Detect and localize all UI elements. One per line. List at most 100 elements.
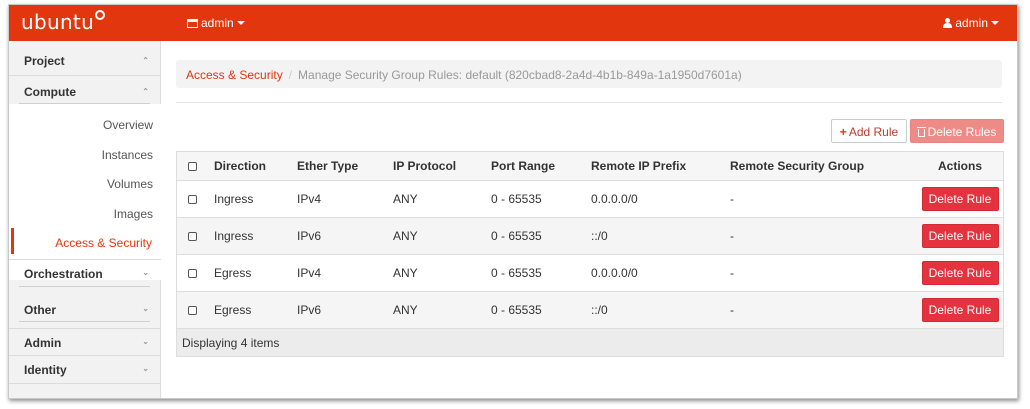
divider [9,75,161,76]
delete-rule-button[interactable]: Delete Rule [921,224,999,248]
remote-ip-prefix-cell: 0.0.0.0/0 [591,192,638,206]
row-select-cell [188,292,197,328]
remote-ip-prefix-cell: ::/0 [591,303,608,317]
sidebar: Project ⌃ Compute ⌃ Overview Instances V… [9,41,161,398]
ubuntu-logo[interactable]: ubuntu [21,10,106,34]
item-count: Displaying 4 items [182,336,280,350]
user-menu-label: admin [955,16,988,30]
remote-security-group-cell: - [730,192,734,206]
divider [9,383,161,384]
sidebar-item-instances[interactable]: Instances [102,148,153,162]
ether-type-cell: IPv6 [297,229,322,243]
actions-cell: Delete Rule [921,218,999,254]
sidebar-section-label: Orchestration [24,267,103,281]
remote-ip-prefix-cell: 0.0.0.0/0 [591,266,638,280]
ether-type-cell: IPv4 [297,266,322,280]
column-header-port-range[interactable]: Port Range [491,152,555,180]
sidebar-section-identity[interactable]: Identity ⌄ [9,363,161,377]
sidebar-section-compute[interactable]: Compute ⌃ [9,85,161,99]
plus-icon: + [839,125,847,139]
breadcrumb: Access & Security / Manage Security Group … [176,60,1002,88]
breadcrumb-link-access-security[interactable]: Access & Security [186,68,283,82]
delete-rules-button[interactable]: Delete Rules [910,119,1004,143]
table-row: Egress IPv6 ANY 0 - 65535 ::/0 - Delete … [177,292,1003,329]
ip-protocol-cell: ANY [393,192,418,206]
direction-cell: Egress [214,303,252,317]
ether-type-cell: IPv4 [297,192,322,206]
breadcrumb-separator: / [288,68,293,82]
row-checkbox[interactable] [188,305,197,315]
user-menu[interactable]: admin [943,16,999,30]
sidebar-section-project[interactable]: Project ⌃ [9,54,161,68]
chevron-down-icon: ⌄ [142,337,149,346]
row-checkbox[interactable] [188,231,197,241]
row-select-cell [188,255,197,291]
divider [9,259,161,260]
security-group-rules-table: Direction Ether Type IP Protocol Port Ra… [176,151,1004,357]
column-header-ip-protocol[interactable]: IP Protocol [393,152,456,180]
sidebar-section-admin[interactable]: Admin ⌄ [9,336,161,350]
delete-rule-button[interactable]: Delete Rule [921,298,999,322]
column-header-direction[interactable]: Direction [214,152,266,180]
remote-security-group-cell: - [730,266,734,280]
add-rule-label: Add Rule [848,125,899,139]
divider [19,286,150,287]
breadcrumb-current: Manage Security Group Rules: default (82… [298,68,742,82]
table-row: Egress IPv4 ANY 0 - 65535 0.0.0.0/0 - De… [177,255,1003,292]
remote-security-group-cell: - [730,303,734,317]
port-range-cell: 0 - 65535 [491,229,542,243]
delete-rule-button[interactable]: Delete Rule [921,187,999,211]
divider [176,102,1002,103]
project-selector[interactable]: admin [187,16,245,30]
sidebar-section-label: Project [24,54,65,68]
sidebar-item-overview[interactable]: Overview [103,118,153,132]
sidebar-item-volumes[interactable]: Volumes [107,177,153,191]
table-footer: Displaying 4 items [177,329,1003,356]
sidebar-section-label: Identity [24,363,67,377]
direction-cell: Egress [214,266,252,280]
table-row: Ingress IPv6 ANY 0 - 65535 ::/0 - Delete… [177,218,1003,255]
divider [19,321,150,322]
column-header-remote-ip-prefix[interactable]: Remote IP Prefix [591,152,686,180]
logo-text: ubuntu [21,10,95,34]
delete-rule-button[interactable]: Delete Rule [921,261,999,285]
table-header-row: Direction Ether Type IP Protocol Port Ra… [177,152,1003,181]
project-selector-label: admin [201,16,234,30]
sidebar-section-label: Compute [24,85,76,99]
actions-cell: Delete Rule [921,292,999,328]
table-row: Ingress IPv4 ANY 0 - 65535 0.0.0.0/0 - D… [177,181,1003,218]
ip-protocol-cell: ANY [393,303,418,317]
chevron-up-icon: ⌃ [142,56,149,65]
column-header-ether-type[interactable]: Ether Type [297,152,358,180]
select-all-checkbox[interactable] [188,161,197,171]
row-checkbox[interactable] [188,268,197,278]
column-header-actions: Actions [937,159,982,173]
chevron-up-icon: ⌃ [142,87,149,96]
project-icon [187,19,198,28]
delete-rules-label: Delete Rules [927,125,997,139]
sidebar-item-images[interactable]: Images [114,207,153,221]
column-header-remote-security-group[interactable]: Remote Security Group [730,152,864,180]
ip-protocol-cell: ANY [393,266,418,280]
actions-cell: Delete Rule [921,255,999,291]
actions-cell: Delete Rule [921,181,999,217]
sidebar-section-orchestration[interactable]: Orchestration ⌄ [9,267,161,281]
chevron-down-icon: ⌄ [142,304,149,313]
circle-of-friends-icon [95,10,106,20]
select-all-cell [188,152,197,180]
remote-security-group-cell: - [730,229,734,243]
add-rule-button[interactable]: + Add Rule [831,119,907,143]
user-icon [943,18,953,28]
sidebar-item-access-security[interactable]: Access & Security [55,236,152,250]
ether-type-cell: IPv6 [297,303,322,317]
sidebar-section-other[interactable]: Other ⌄ [9,303,161,317]
sidebar-section-label: Admin [24,336,62,350]
caret-down-icon [991,21,999,25]
port-range-cell: 0 - 65535 [491,192,542,206]
sidebar-section-label: Other [24,303,57,317]
row-checkbox[interactable] [188,194,197,204]
active-indicator [11,228,14,254]
direction-cell: Ingress [214,192,254,206]
ip-protocol-cell: ANY [393,229,418,243]
app-window: ubuntu admin admin Project ⌃ Compute ⌃ O… [8,4,1018,399]
